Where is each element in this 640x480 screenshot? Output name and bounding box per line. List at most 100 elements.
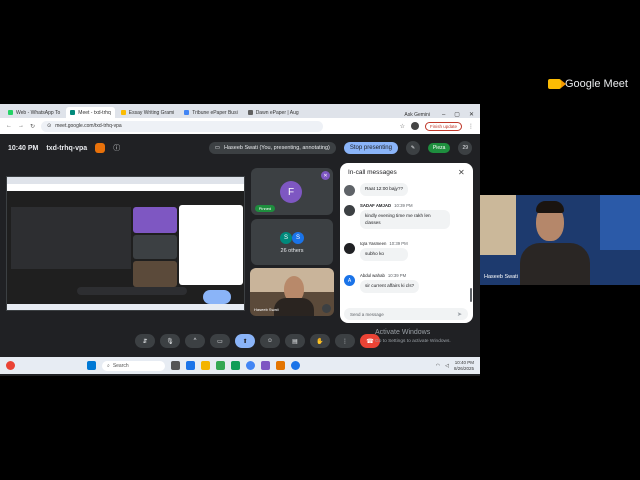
tribune-tab-icon bbox=[184, 110, 190, 115]
file-explorer-icon[interactable] bbox=[201, 361, 210, 370]
close-icon[interactable]: ✕ bbox=[458, 168, 465, 177]
weather-widget-icon[interactable] bbox=[6, 361, 15, 370]
windows-start-icon[interactable] bbox=[87, 361, 96, 370]
avatar bbox=[344, 185, 355, 196]
preview-controls bbox=[77, 287, 187, 295]
presented-screen-preview bbox=[6, 176, 245, 311]
preview-chat-panel bbox=[179, 205, 243, 285]
camera-participant-name: Haseeb Swati bbox=[484, 274, 518, 280]
finish-update-button[interactable]: Finish update bbox=[424, 121, 462, 131]
meet-top-bar: 10:40 PM txd-trhq-vpa ⓘ ▭ Haseeb Swati (… bbox=[0, 134, 480, 162]
settings-sliders-icon[interactable]: ⇵ bbox=[135, 334, 155, 348]
message-time: 10:39 PM bbox=[389, 241, 408, 246]
message-time: 10:39 PM bbox=[387, 273, 407, 278]
dawn-tab-icon bbox=[247, 110, 253, 115]
more-options-icon[interactable]: ⋮ bbox=[335, 334, 355, 348]
stop-presenting-button[interactable]: Stop presenting bbox=[343, 142, 398, 154]
profile-avatar[interactable] bbox=[410, 122, 419, 130]
present-screen-button[interactable]: ⬆ bbox=[235, 334, 255, 348]
meeting-menu-icon[interactable] bbox=[95, 143, 106, 153]
chat-title: In-call messages bbox=[348, 169, 397, 176]
minimize-icon[interactable]: – bbox=[442, 112, 445, 118]
close-window-icon[interactable]: ✕ bbox=[469, 111, 474, 118]
activate-windows-title: Activate Windows bbox=[375, 329, 431, 336]
chrome-icon[interactable] bbox=[291, 361, 300, 370]
search-icon: ⌕ bbox=[107, 362, 110, 369]
back-icon[interactable]: ← bbox=[6, 123, 12, 129]
google-meet-label: Google Meet bbox=[565, 78, 628, 90]
preview-tab-strip bbox=[7, 177, 244, 184]
url-field[interactable]: ⊙ meet.google.com/txd-trhq-vpa bbox=[41, 120, 324, 132]
avatar bbox=[344, 205, 355, 216]
camera-icon[interactable]: ▭ bbox=[210, 334, 230, 348]
windows-taskbar: ⌕ Search ◠ ◁ 10:40 PM 8/26/2025 bbox=[0, 357, 480, 374]
person-shoulders bbox=[274, 298, 314, 316]
store-icon[interactable] bbox=[216, 361, 225, 370]
reload-icon[interactable]: ↻ bbox=[30, 123, 35, 130]
pinned-participant-pill[interactable]: Pieza bbox=[427, 143, 451, 153]
message-text: sir current affairs ki cls? bbox=[360, 280, 420, 293]
muted-mic-icon: ✕ bbox=[321, 171, 330, 180]
chat-message: Raat 12:00 bajy?? bbox=[344, 183, 409, 196]
annotation-icon[interactable]: ✎ bbox=[405, 141, 420, 155]
edge-icon[interactable] bbox=[186, 361, 195, 370]
chat-message: A Abdul wahab 10:39 PM sir current affair… bbox=[344, 273, 420, 293]
participant-tile-others[interactable] bbox=[251, 219, 333, 265]
forward-icon[interactable]: → bbox=[18, 123, 24, 129]
chrome-icon[interactable] bbox=[246, 361, 255, 370]
avatar: S bbox=[292, 232, 304, 244]
taskbar-clock[interactable]: 10:40 PM 8/26/2025 bbox=[454, 360, 474, 371]
browser-tab-whatsapp[interactable]: Web - WhatsApp To bbox=[4, 107, 64, 118]
maximize-icon[interactable]: ▢ bbox=[454, 111, 460, 118]
meeting-time: 10:40 PM bbox=[8, 144, 39, 152]
app-icon[interactable] bbox=[261, 361, 270, 370]
microphone-icon[interactable]: 🎙 bbox=[160, 334, 180, 348]
site-info-icon[interactable]: ⊙ bbox=[47, 123, 51, 129]
google-meet-logo: Google Meet bbox=[548, 75, 640, 93]
menu-icon[interactable]: ⋮ bbox=[468, 123, 474, 130]
browser-tab-dawn[interactable]: Dawn ePaper | Aug bbox=[244, 107, 303, 118]
wall-background bbox=[480, 195, 516, 255]
bookmark-icon[interactable]: ☆ bbox=[400, 123, 405, 130]
chevron-up-icon[interactable]: ^ bbox=[185, 334, 205, 348]
participants-icon[interactable]: 29 bbox=[458, 141, 472, 155]
chat-message: Iqra Yasmeen 10:39 PM subho ko bbox=[344, 241, 408, 261]
participant-camera-tile[interactable] bbox=[480, 195, 640, 285]
activate-windows-subtitle: Go to Settings to activate Windows. bbox=[375, 339, 451, 344]
sender-name: Iqra Yasmeen bbox=[360, 241, 387, 246]
volume-icon[interactable]: ◁ bbox=[445, 363, 449, 369]
task-view-icon[interactable] bbox=[171, 361, 180, 370]
tile-options-icon[interactable] bbox=[322, 304, 331, 313]
preview-annotate-button[interactable] bbox=[203, 290, 231, 304]
wifi-icon[interactable]: ◠ bbox=[436, 363, 440, 369]
message-input[interactable]: Send a message ➤ bbox=[344, 308, 468, 320]
captions-icon[interactable]: ▤ bbox=[285, 334, 305, 348]
app-icon[interactable] bbox=[276, 361, 285, 370]
browser-tab-tribune[interactable]: Tribune ePaper Busi bbox=[180, 107, 241, 118]
raise-hand-icon[interactable]: ✋ bbox=[310, 334, 330, 348]
chat-scrollbar[interactable] bbox=[470, 288, 472, 302]
emoji-icon[interactable]: ☺ bbox=[260, 334, 280, 348]
whatsapp-taskbar-icon[interactable] bbox=[231, 361, 240, 370]
avatar: F bbox=[280, 181, 302, 203]
person-hair bbox=[536, 201, 564, 213]
browser-tab-strip: Web - WhatsApp To Meet - txd-trhq Essay … bbox=[0, 104, 480, 118]
info-icon[interactable]: ⓘ bbox=[113, 143, 120, 153]
essay-tab-icon bbox=[120, 110, 126, 115]
taskbar-search[interactable]: ⌕ Search bbox=[102, 360, 165, 371]
browser-tab-essay[interactable]: Essay Writing Grami bbox=[117, 107, 178, 118]
browser-tab-meet[interactable]: Meet - txd-trhq bbox=[66, 107, 115, 118]
message-text: kindly evening time me rakh len classes bbox=[360, 210, 450, 230]
send-icon[interactable]: ➤ bbox=[457, 311, 462, 318]
preview-meet-bar bbox=[7, 191, 244, 203]
message-time: 10:39 PM bbox=[394, 203, 413, 208]
message-text: Raat 12:00 bajy?? bbox=[360, 183, 409, 196]
in-call-messages-panel: In-call messages ✕ Raat 12:00 bajy?? SAD… bbox=[340, 163, 473, 323]
address-bar: ← → ↻ ⊙ meet.google.com/txd-trhq-vpa ☆ F… bbox=[0, 118, 480, 134]
preview-address-bar bbox=[7, 184, 244, 191]
message-text: subho ko bbox=[360, 248, 408, 261]
pinned-chip[interactable]: Pinned bbox=[255, 205, 275, 212]
sender-name: Abdul wahab bbox=[360, 273, 385, 278]
preview-tile-camera bbox=[133, 261, 177, 287]
avatar: S bbox=[280, 232, 292, 244]
